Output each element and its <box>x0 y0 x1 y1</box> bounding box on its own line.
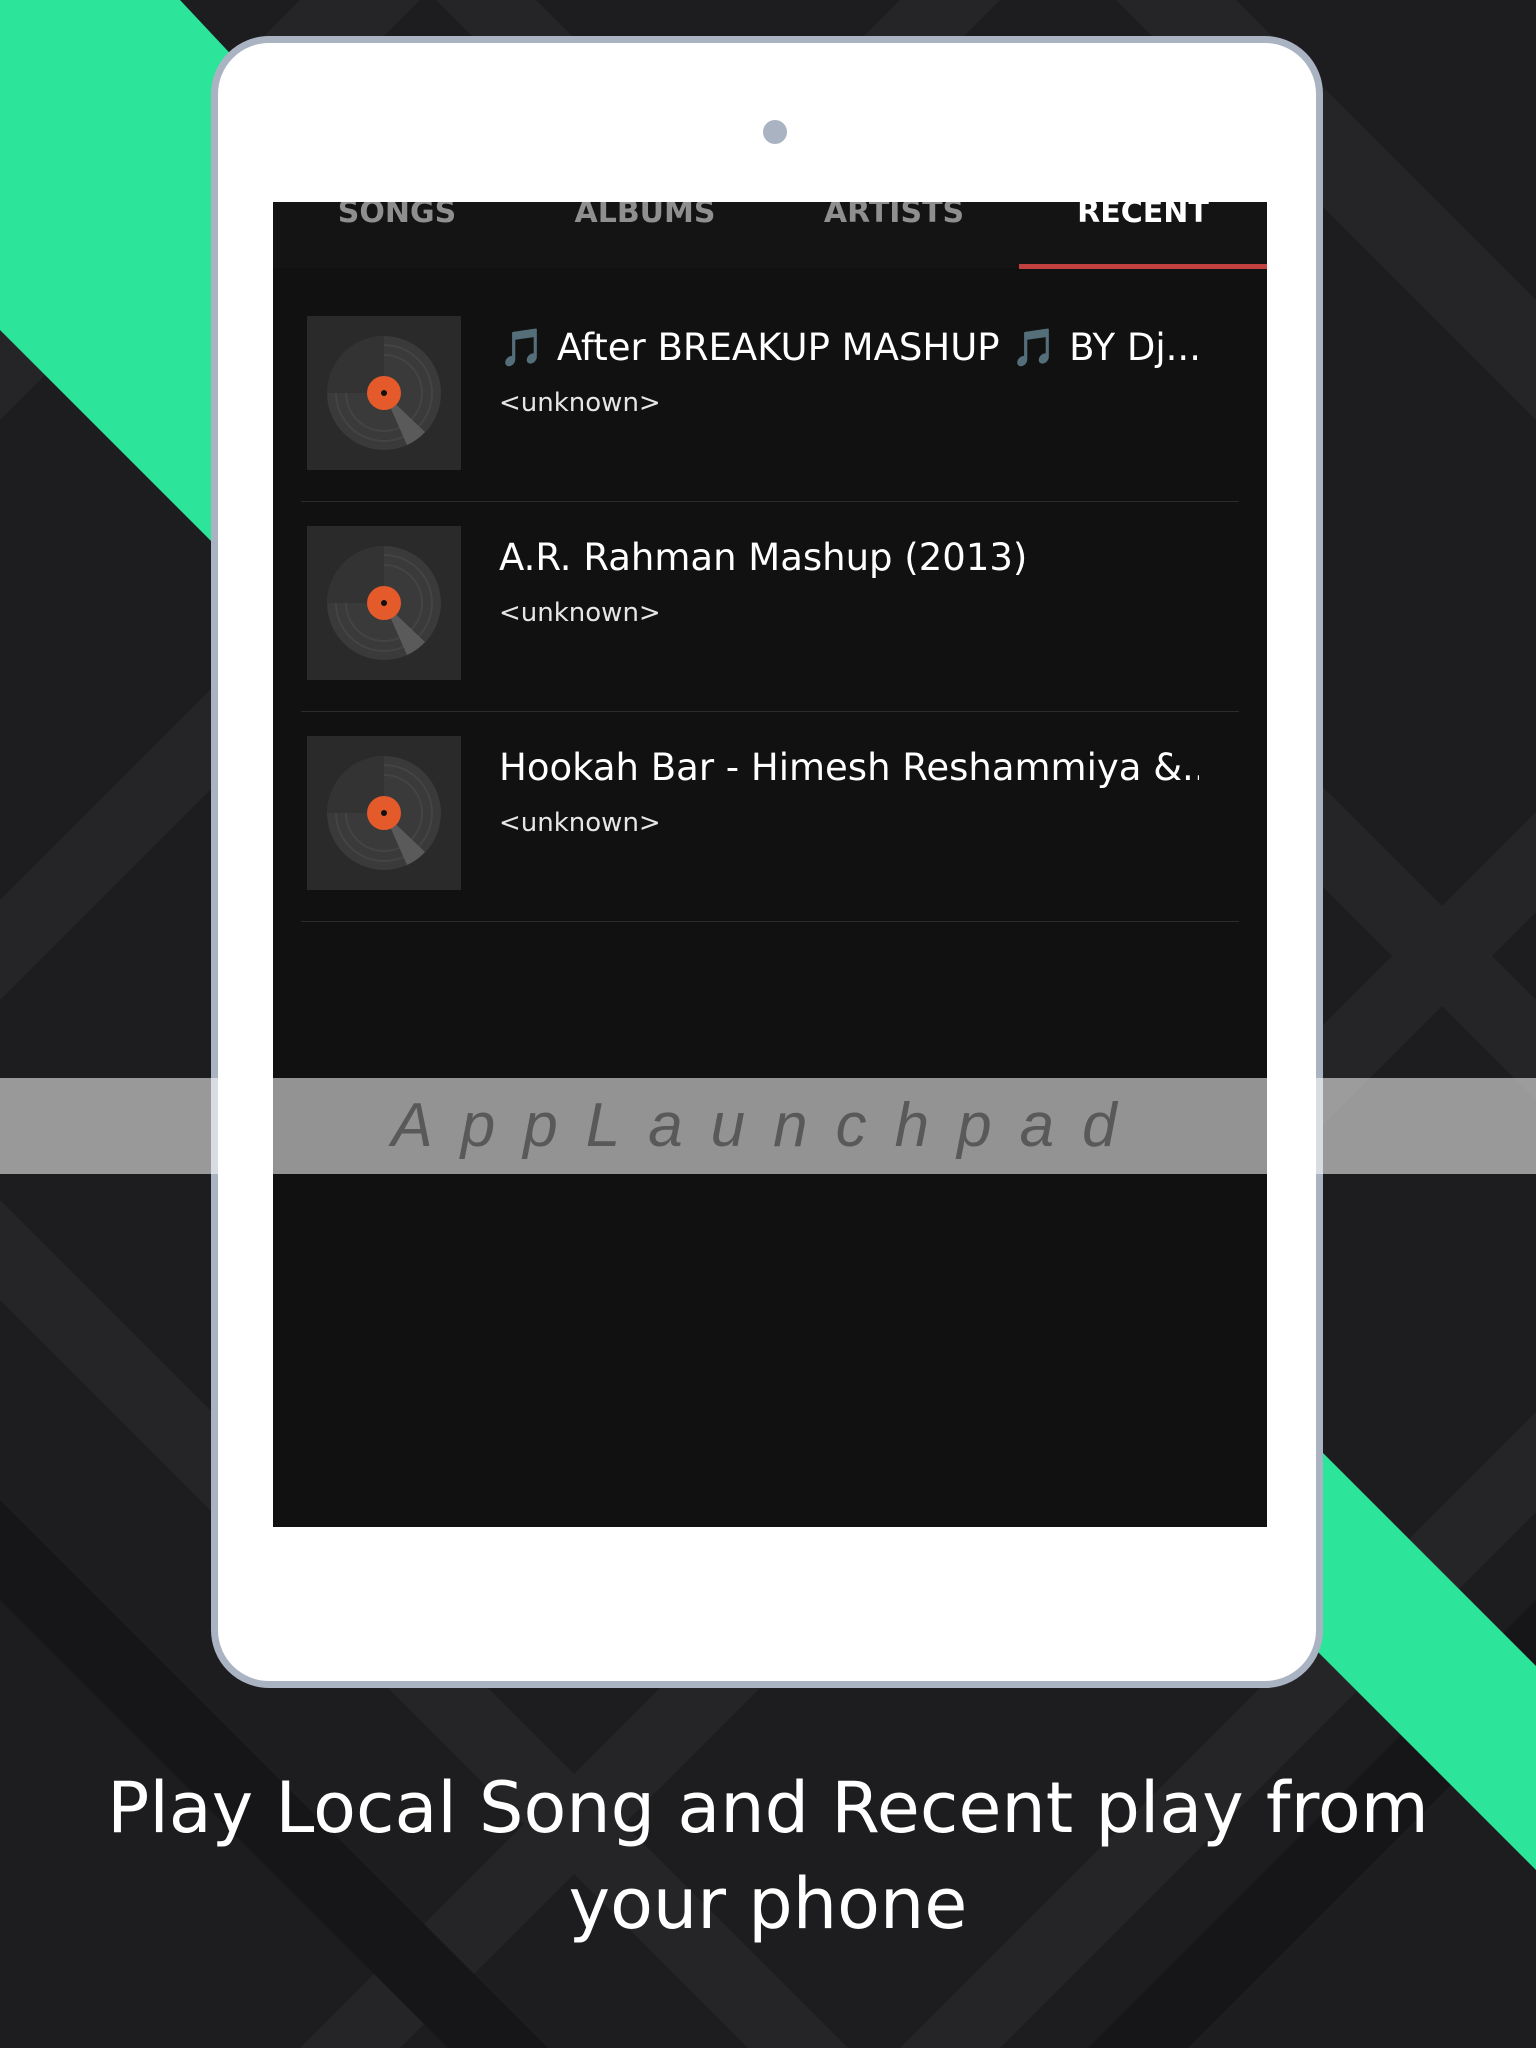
active-tab-indicator <box>1019 264 1267 269</box>
app-screen: SONGS ALBUMS ARTISTS RECENT 🎵 After BREA… <box>273 202 1267 1527</box>
tab-artists[interactable]: ARTISTS <box>770 202 1018 268</box>
tab-albums[interactable]: ALBUMS <box>521 202 769 268</box>
vinyl-record-icon <box>307 316 461 470</box>
vinyl-record-icon <box>307 526 461 680</box>
list-item[interactable]: Hookah Bar - Himesh Reshammiya &... <unk… <box>301 712 1239 922</box>
song-artist: <unknown> <box>499 388 661 418</box>
song-artist: <unknown> <box>499 598 661 628</box>
tab-recent[interactable]: RECENT <box>1019 202 1267 268</box>
list-item[interactable]: A.R. Rahman Mashup (2013) <unknown> <box>301 502 1239 712</box>
tab-songs[interactable]: SONGS <box>273 202 521 268</box>
tablet-frame: SONGS ALBUMS ARTISTS RECENT 🎵 After BREA… <box>211 36 1323 1688</box>
camera-icon <box>763 120 787 144</box>
promo-caption: Play Local Song and Recent play from you… <box>107 1767 1429 1945</box>
vinyl-record-icon <box>307 736 461 890</box>
song-artist: <unknown> <box>499 808 661 838</box>
song-title: Hookah Bar - Himesh Reshammiya &... <box>499 746 1199 789</box>
list-item[interactable]: 🎵 After BREAKUP MASHUP 🎵 BY Dj... <unkno… <box>301 292 1239 502</box>
song-title: 🎵 After BREAKUP MASHUP 🎵 BY Dj... <box>499 326 1199 369</box>
song-title: A.R. Rahman Mashup (2013) <box>499 536 1028 579</box>
watermark-text: AppLaunchpad <box>391 1091 1145 1160</box>
tab-bar: SONGS ALBUMS ARTISTS RECENT <box>273 202 1267 269</box>
